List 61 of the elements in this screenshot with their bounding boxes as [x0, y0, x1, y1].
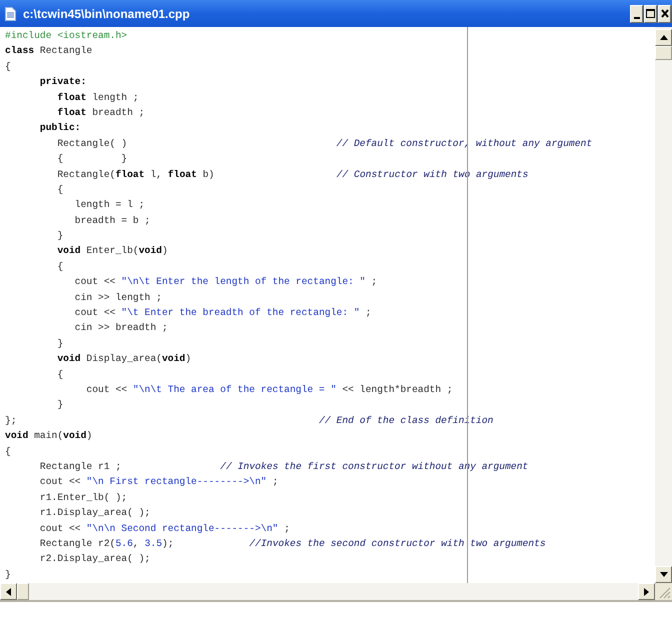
code-line: {	[57, 184, 64, 195]
close-button[interactable]	[658, 4, 671, 22]
scroll-left-button[interactable]	[0, 583, 17, 600]
code-line: float breadth ;	[57, 106, 145, 118]
scrollbar-thumb[interactable]	[655, 46, 672, 60]
code-line: cout << "\n\t Enter the length of the rectangle: " ;	[74, 276, 378, 288]
left-arrow-icon	[6, 588, 11, 596]
vertical-scrollbar[interactable]	[655, 27, 672, 583]
close-icon	[660, 9, 668, 18]
code-line: cout << "\t Enter the breadth of the rectangle: " ;	[74, 307, 372, 318]
code-line: r2.Display_area( );	[40, 553, 150, 564]
down-arrow-icon	[660, 572, 668, 577]
code-line: breadth = b ;	[74, 214, 150, 226]
scrollbar-thumb[interactable]	[17, 583, 29, 600]
code-comment: //Invokes the second constructor with two arguments	[249, 538, 546, 549]
minimize-button[interactable]	[630, 4, 643, 22]
code-comment: // Default constructor, without any argument	[336, 138, 592, 149]
right-arrow-icon	[644, 588, 649, 596]
window-title: c:\tcwin45\bin\noname01.cpp	[23, 6, 190, 22]
code-line: void Enter_lb(void)	[57, 245, 168, 256]
code-line: cout << "\n\t The area of the rectangle = " << length*breadth ;	[86, 384, 453, 395]
code-line: {	[57, 260, 64, 272]
code-line: }	[57, 399, 64, 410]
code-line: {	[5, 446, 11, 457]
minimize-icon	[634, 16, 640, 18]
scroll-up-button[interactable]	[655, 29, 672, 46]
maximize-icon	[646, 9, 655, 18]
code-comment: // Constructor with two arguments	[336, 168, 528, 180]
scroll-down-button[interactable]	[655, 566, 672, 583]
code-line: Rectangle r1 ;	[40, 460, 122, 472]
code-line: public:	[40, 122, 81, 134]
code-comment: // End of the class definition	[318, 414, 494, 426]
code-line: cin >> length ;	[74, 292, 162, 303]
code-line: float length ;	[57, 92, 139, 103]
code-line: {	[57, 368, 64, 380]
horizontal-scrollbar[interactable]	[0, 583, 655, 600]
code-line: r1.Display_area( );	[40, 507, 150, 518]
code-line: void main(void)	[5, 430, 92, 442]
code-line: length = l ;	[74, 199, 145, 210]
code-line: Rectangle(float l, float b)	[57, 168, 214, 180]
code-line: };	[5, 414, 17, 426]
code-line: void Display_area(void)	[57, 353, 192, 364]
up-arrow-icon	[660, 35, 668, 40]
code-line: cout << "\n\n Second rectangle------->\n" ;	[40, 522, 290, 534]
code-comment: // Invokes the first constructor without any argument	[220, 460, 528, 472]
document-icon	[5, 6, 16, 20]
code-line: }	[5, 568, 11, 580]
code-line: cout << "\n First rectangle-------->\n" ;	[40, 476, 278, 488]
code-line: Rectangle( )	[57, 138, 128, 149]
maximize-button[interactable]	[644, 4, 657, 22]
code-line: r1.Enter_lb( );	[40, 492, 128, 503]
code-line: Rectangle r2(5.6, 3.5);	[40, 538, 174, 549]
code-line: cin >> breadth ;	[74, 322, 168, 334]
code-line: }	[57, 338, 64, 349]
code-line: class Rectangle	[5, 45, 92, 56]
code-line: {	[5, 60, 11, 72]
scroll-right-button[interactable]	[638, 583, 655, 600]
code-line: private:	[40, 76, 86, 88]
code-line: #include <iostream.h>	[5, 30, 128, 41]
code-line: { }	[57, 153, 128, 164]
code-line: }	[57, 230, 64, 242]
